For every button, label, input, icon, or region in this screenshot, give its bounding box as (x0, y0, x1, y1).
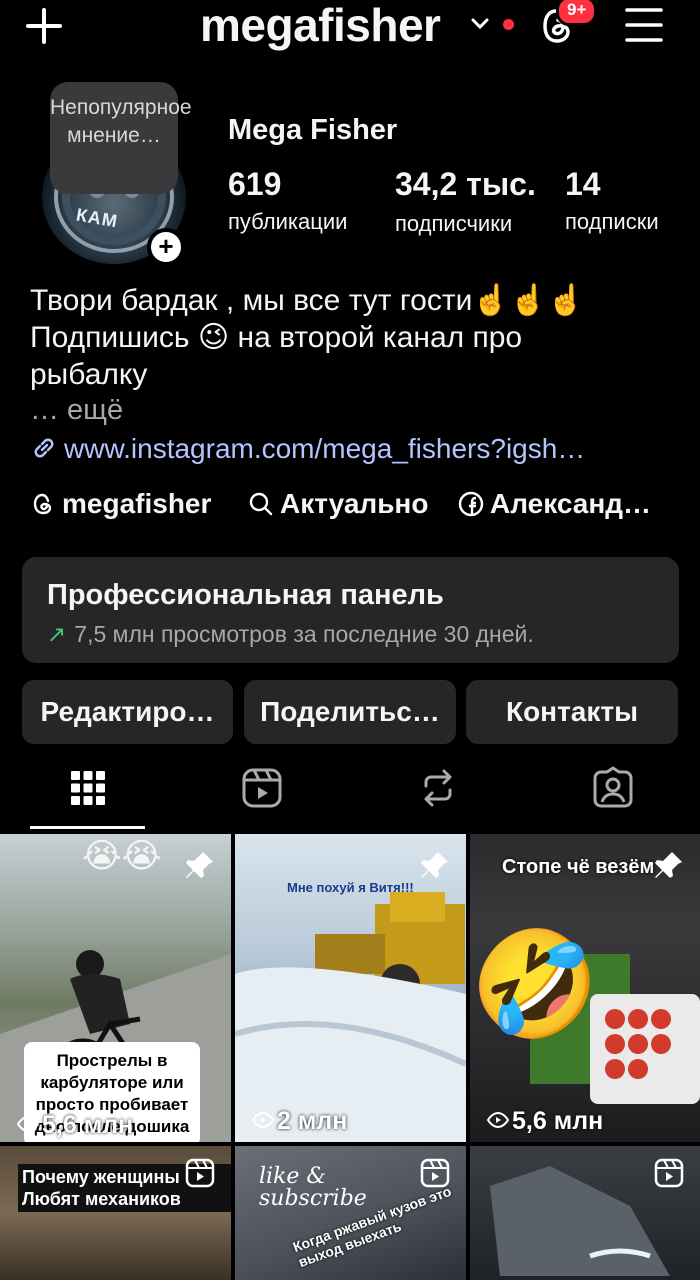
note-bubble[interactable]: Непопулярное мнение… (50, 82, 192, 194)
reposts-icon[interactable] (416, 766, 460, 810)
facebook-icon (458, 491, 484, 517)
reel-icon (185, 1158, 215, 1188)
grid-post[interactable]: like & subscribe Когда ржавый кузов это … (235, 1146, 466, 1280)
reel-icon (654, 1158, 684, 1188)
top-bar: megafisher 9+ (0, 0, 700, 56)
post-views: 2 млн (251, 1107, 347, 1136)
bio-line: рыбалку (30, 358, 148, 391)
stat-posts[interactable]: 619 публикации (228, 166, 347, 235)
stat-posts-value: 619 (228, 166, 282, 202)
notification-dot (503, 19, 514, 30)
notification-badge: 9+ (556, 0, 598, 26)
post-views-count: 2 млн (277, 1107, 348, 1135)
contacts-button[interactable]: Контакты (466, 680, 678, 744)
post-views: 5,6 млн (16, 1111, 133, 1140)
trend-up-icon: ↗ (47, 621, 67, 647)
plus-icon[interactable] (24, 6, 64, 46)
stat-following-label: подписки (565, 209, 659, 234)
chip-facebook[interactable]: Александ… (458, 488, 651, 520)
play-icon (486, 1111, 510, 1129)
stat-following[interactable]: 14 подписки (565, 166, 659, 235)
professional-dashboard[interactable]: Профессиональная панель ↗ 7,5 млн просмот… (22, 557, 679, 663)
profile-link-text: www.instagram.com/mega_fishers?igsh… (64, 433, 586, 464)
profile-link[interactable]: www.instagram.com/mega_fishers?igsh… (30, 433, 585, 465)
post-emoji: 🤣 (470, 927, 600, 1043)
pin-icon (421, 852, 448, 878)
pin-icon (186, 852, 213, 878)
grid-post[interactable]: Мне похуй я Витя!!! 2 млн (235, 834, 466, 1142)
chip-threads-label: megafisher (62, 488, 212, 519)
share-profile-button[interactable]: Поделитьс… (244, 680, 456, 744)
threads-icon (33, 493, 52, 515)
post-views-count: 5,6 млн (512, 1107, 604, 1135)
grid-post[interactable]: Почему женщины Любят механиков (0, 1146, 231, 1280)
stat-following-value: 14 (565, 166, 601, 202)
grid-post[interactable]: 😭😭 Прострелы в карбуляторе или просто пр… (0, 834, 231, 1142)
play-icon (16, 1115, 40, 1133)
play-icon (251, 1111, 275, 1129)
link-icon (34, 438, 54, 458)
panel-subtitle: ↗ 7,5 млн просмотров за последние 30 дней… (47, 621, 534, 648)
panel-subtitle-text: 7,5 млн просмотров за последние 30 дней. (74, 621, 534, 647)
post-emoji: 😭😭 (82, 837, 162, 875)
post-views: 5,6 млн (486, 1107, 603, 1136)
edit-profile-button[interactable]: Редактиро… (22, 680, 233, 744)
reels-icon[interactable] (240, 766, 284, 810)
panel-title: Профессиональная панель (47, 579, 444, 611)
pin-icon (655, 852, 682, 878)
chevron-down-icon[interactable] (469, 14, 491, 34)
bio-more-link[interactable]: … ещё (30, 394, 123, 427)
stat-followers[interactable]: 34,2 тыс. подписчики (395, 166, 536, 237)
post-overlay-text: like & subscribe (259, 1164, 367, 1211)
chip-highlights-label: Актуально (280, 488, 429, 519)
reel-icon (420, 1158, 450, 1188)
account-username[interactable]: megafisher (200, 0, 441, 52)
grid-post[interactable]: Стопе чё везём 🤣 5,6 млн (470, 834, 700, 1142)
note-text: Непопулярное мнение… (50, 96, 192, 147)
chip-threads[interactable]: megafisher (30, 488, 211, 520)
chip-facebook-label: Александ… (490, 488, 652, 519)
chip-highlights[interactable]: Актуально (248, 488, 428, 520)
tagged-icon[interactable] (591, 766, 635, 810)
bio: Твори бардак , мы все тут гости☝️☝️☝️ По… (30, 282, 670, 393)
search-bubble-icon (249, 492, 273, 516)
post-overlay-text: Стопе чё везём (502, 856, 655, 878)
post-views-count: 5,6 млн (42, 1111, 134, 1139)
stat-followers-label: подписчики (395, 211, 513, 236)
post-overlay-text: Мне похуй я Витя!!! (287, 880, 414, 895)
add-story-button[interactable]: + (147, 228, 185, 266)
profile-full-name: Mega Fisher (228, 114, 398, 146)
bio-line: Подпишись 😉 на второй канал про (30, 321, 523, 354)
grid-icon[interactable] (66, 766, 110, 810)
profile-tabs (0, 760, 700, 832)
grid-post[interactable] (470, 1146, 700, 1280)
active-tab-indicator (30, 826, 145, 829)
stat-followers-value: 34,2 тыс. (395, 166, 536, 202)
menu-icon[interactable] (624, 6, 664, 44)
stat-posts-label: публикации (228, 209, 348, 234)
bio-line: Твори бардак , мы все тут гости☝️☝️☝️ (30, 284, 585, 317)
